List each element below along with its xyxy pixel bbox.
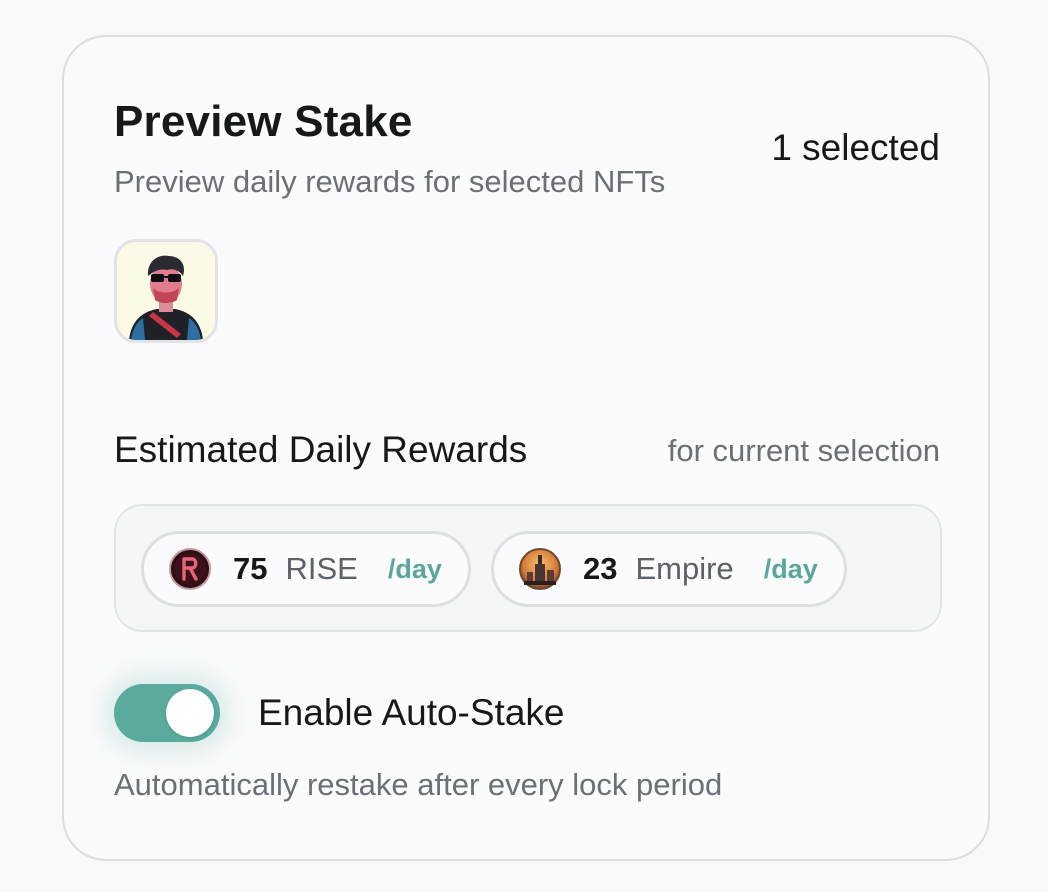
reward-rate-unit: /day [763,553,818,584]
empire-token-icon [519,548,561,590]
reward-token-name: RISE [285,551,358,586]
rewards-section-note: for current selection [667,433,940,468]
rewards-container: 75 RISE /day 23 Empire /day [114,504,942,632]
auto-stake-toggle[interactable] [114,684,220,742]
page-title: Preview Stake [114,97,413,146]
preview-stake-card: Preview Stake 1 selected Preview daily r… [62,35,990,861]
rewards-section-title: Estimated Daily Rewards [114,429,528,470]
reward-token-name: Empire [635,551,734,586]
reward-rate-unit: /day [387,553,442,584]
selected-count: 1 selected [771,127,940,168]
reward-amount: 75 [233,551,268,586]
page-subtitle: Preview daily rewards for selected NFTs [114,164,666,199]
reward-pill-rise: 75 RISE /day [141,531,471,607]
rise-token-icon [169,548,211,590]
nft-thumbnail[interactable] [114,239,218,343]
reward-amount: 23 [583,551,618,586]
nft-character-avatar-icon [117,242,215,340]
auto-stake-label: Enable Auto-Stake [258,692,565,733]
reward-pill-empire: 23 Empire /day [491,531,847,607]
auto-stake-description: Automatically restake after every lock p… [114,767,723,802]
toggle-knob [166,689,214,737]
